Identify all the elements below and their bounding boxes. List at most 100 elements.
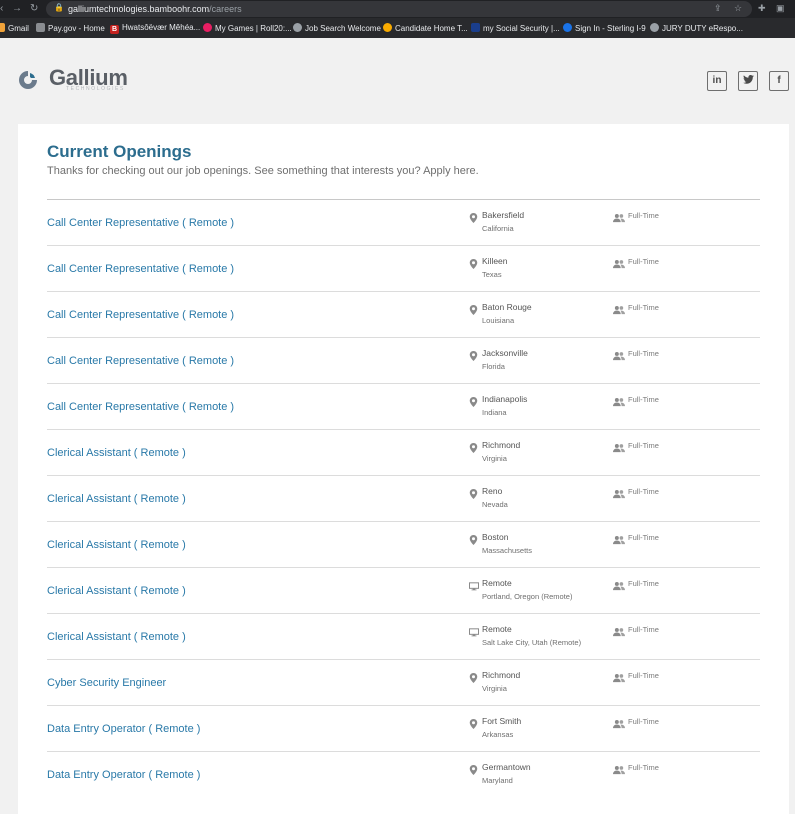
map-pin-icon — [469, 348, 478, 361]
job-title-link[interactable]: Call Center Representative ( Remote ) — [47, 309, 234, 321]
job-city: Killeen — [482, 256, 508, 266]
map-pin-icon — [469, 256, 478, 269]
gmail-icon — [0, 23, 5, 32]
page-title: Current Openings — [47, 142, 192, 161]
job-city: Remote — [482, 624, 512, 634]
linkedin-icon: in — [712, 75, 722, 86]
people-icon — [613, 762, 625, 775]
facebook-button[interactable]: f — [769, 71, 789, 91]
job-state: Texas — [482, 270, 502, 279]
paygov-icon — [36, 23, 45, 32]
bookmark-gmail[interactable]: Gmail — [0, 23, 29, 33]
job-type: Full-Time — [628, 717, 659, 726]
people-icon — [613, 716, 625, 729]
job-row: Call Center Representative ( Remote ) Bat… — [47, 291, 760, 337]
job-title-link[interactable]: Call Center Representative ( Remote ) — [47, 263, 234, 275]
people-icon — [613, 532, 625, 545]
job-state: Arkansas — [482, 730, 514, 739]
address-bar[interactable]: 🔒 galliumtechnologies.bamboohr.com/caree… — [46, 1, 752, 17]
job-state: Salt Lake City, Utah (Remote) — [482, 638, 582, 647]
job-type: Full-Time — [628, 441, 659, 450]
ssa-icon — [471, 23, 480, 32]
job-state: Indiana — [482, 408, 507, 417]
bookmark-paygov[interactable]: Pay.gov - Home — [36, 23, 105, 33]
page-subtitle: Thanks for checking out our job openings… — [47, 165, 479, 177]
monitor-icon — [469, 578, 480, 591]
job-title-link[interactable]: Clerical Assistant ( Remote ) — [47, 539, 186, 551]
job-title-link[interactable]: Cyber Security Engineer — [47, 677, 166, 689]
job-row: Call Center Representative ( Remote ) Ind… — [47, 383, 760, 429]
job-city: Jacksonville — [482, 348, 528, 358]
job-list: Call Center Representative ( Remote ) Bak… — [47, 199, 760, 797]
job-city: Remote — [482, 578, 512, 588]
job-type: Full-Time — [628, 625, 659, 634]
job-state: Portland, Oregon (Remote) — [482, 592, 573, 601]
job-type: Full-Time — [628, 533, 659, 542]
forward-arrow-icon[interactable]: → — [12, 3, 22, 14]
people-icon — [613, 302, 625, 315]
job-city: Germantown — [482, 762, 531, 772]
job-row: Cyber Security Engineer Richmond Virginia F… — [47, 659, 760, 705]
address-url: galliumtechnologies.bamboohr.com/careers — [68, 4, 242, 14]
job-row: Clerical Assistant ( Remote ) Boston Massa… — [47, 521, 760, 567]
back-arrow-icon[interactable]: ‹ — [0, 3, 3, 14]
extensions-icon[interactable]: ✚ — [758, 3, 766, 14]
job-city: Reno — [482, 486, 503, 496]
bookmark-sterling[interactable]: Sign In - Sterling I-9 — [563, 23, 646, 33]
sterling-icon — [563, 23, 572, 32]
job-row: Clerical Assistant ( Remote ) Remote Portl… — [47, 567, 760, 613]
bookmark-candidate-home[interactable]: Candidate Home T... — [383, 23, 468, 33]
job-title-link[interactable]: Call Center Representative ( Remote ) — [47, 355, 234, 367]
bookmark-b[interactable]: B Hwatsôëvær Mêhéa... — [110, 23, 200, 34]
job-title-link[interactable]: Data Entry Operator ( Remote ) — [47, 723, 200, 735]
twitter-button[interactable] — [738, 71, 758, 91]
job-type: Full-Time — [628, 303, 659, 312]
map-pin-icon — [469, 486, 478, 499]
map-pin-icon — [469, 210, 478, 223]
job-title-link[interactable]: Clerical Assistant ( Remote ) — [47, 493, 186, 505]
candidate-icon — [383, 23, 392, 32]
job-type: Full-Time — [628, 487, 659, 496]
job-type: Full-Time — [628, 671, 659, 680]
job-type: Full-Time — [628, 579, 659, 588]
job-title-link[interactable]: Clerical Assistant ( Remote ) — [47, 631, 186, 643]
map-pin-icon — [469, 394, 478, 407]
bookmark-jury-duty[interactable]: JURY DUTY eRespo... — [650, 23, 743, 33]
job-city: Fort Smith — [482, 716, 522, 726]
job-type: Full-Time — [628, 211, 659, 220]
sidepanel-icon[interactable]: ▣ — [776, 3, 785, 14]
monitor-icon — [469, 624, 480, 637]
job-row: Clerical Assistant ( Remote ) Richmond Vir… — [47, 429, 760, 475]
job-title-link[interactable]: Call Center Representative ( Remote ) — [47, 217, 234, 229]
job-row: Clerical Assistant ( Remote ) Reno Nevada F… — [47, 475, 760, 521]
job-title-link[interactable]: Clerical Assistant ( Remote ) — [47, 585, 186, 597]
gallium-logo-icon[interactable] — [18, 70, 38, 90]
job-type: Full-Time — [628, 763, 659, 772]
b-icon: B — [110, 25, 119, 34]
bookmarks-bar: Gmail Pay.gov - Home B Hwatsôëvær Mêhéa..… — [0, 18, 795, 38]
people-icon — [613, 256, 625, 269]
job-title-link[interactable]: Clerical Assistant ( Remote ) — [47, 447, 186, 459]
people-icon — [613, 348, 625, 361]
job-title-link[interactable]: Call Center Representative ( Remote ) — [47, 401, 234, 413]
job-type: Full-Time — [628, 395, 659, 404]
linkedin-button[interactable]: in — [707, 71, 727, 91]
star-icon[interactable]: ☆ — [734, 3, 742, 14]
people-icon — [613, 394, 625, 407]
job-state: Nevada — [482, 500, 508, 509]
bookmark-job-search[interactable]: Job Search Welcome — [293, 23, 381, 33]
job-row: Call Center Representative ( Remote ) Bak… — [47, 199, 760, 245]
people-icon — [613, 670, 625, 683]
job-title-link[interactable]: Data Entry Operator ( Remote ) — [47, 769, 200, 781]
bookmark-roll20[interactable]: My Games | Roll20:... — [203, 23, 292, 33]
map-pin-icon — [469, 532, 478, 545]
job-row: Call Center Representative ( Remote ) Kil… — [47, 245, 760, 291]
job-row: Call Center Representative ( Remote ) Jac… — [47, 337, 760, 383]
job-state: Virginia — [482, 684, 507, 693]
map-pin-icon — [469, 762, 478, 775]
job-city: Baton Rouge — [482, 302, 532, 312]
bookmark-ssa[interactable]: my Social Security |... — [471, 23, 560, 33]
share-icon[interactable]: ⇪ — [714, 3, 722, 14]
reload-icon[interactable]: ↻ — [30, 3, 38, 14]
job-state: Florida — [482, 362, 505, 371]
